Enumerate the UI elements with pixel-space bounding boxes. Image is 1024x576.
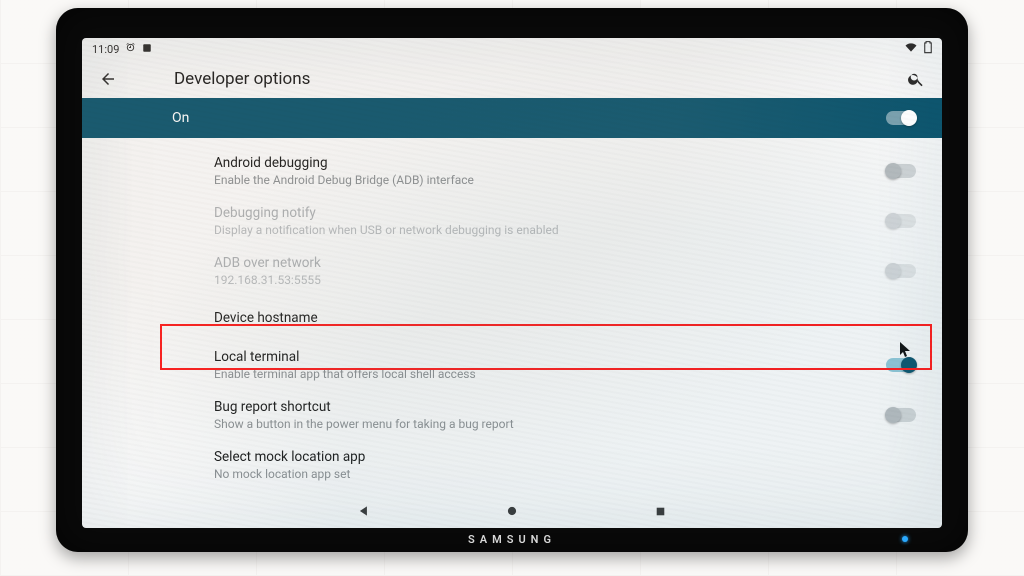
setting-select-mock-location[interactable]: Select mock location app No mock locatio…: [82, 440, 942, 490]
master-toggle-label: On: [172, 110, 189, 126]
setting-title: Device hostname: [214, 310, 916, 326]
monitor-brand: SAMSUNG: [56, 533, 968, 546]
setting-title: Debugging notify: [214, 205, 916, 221]
setting-adb-over-network: ADB over network 192.168.31.53:5555: [82, 246, 942, 296]
circle-home-icon: [505, 504, 519, 518]
master-toggle[interactable]: [886, 111, 916, 125]
settings-list: Android debugging Enable the Android Deb…: [82, 138, 942, 490]
nav-back-button[interactable]: [355, 502, 373, 520]
status-bar: 11:09: [82, 38, 942, 60]
setting-subtitle: Show a button in the power menu for taki…: [214, 417, 916, 431]
toggle-local-terminal[interactable]: [886, 358, 916, 372]
setting-debugging-notify: Debugging notify Display a notification …: [82, 196, 942, 246]
setting-title: Local terminal: [214, 349, 916, 365]
app-badge-icon: [142, 43, 152, 56]
triangle-back-icon: [357, 504, 371, 518]
power-led-icon: [902, 536, 908, 542]
app-bar: Developer options: [82, 60, 942, 98]
toggle-debugging-notify: [886, 214, 916, 228]
toggle-adb-over-network: [886, 264, 916, 278]
navigation-bar: [82, 494, 942, 528]
setting-title: Android debugging: [214, 155, 916, 171]
arrow-back-icon: [99, 70, 117, 88]
setting-title: Select mock location app: [214, 449, 916, 465]
setting-subtitle: No mock location app set: [214, 467, 916, 481]
status-time: 11:09: [92, 43, 119, 56]
setting-title: Bug report shortcut: [214, 399, 916, 415]
battery-icon: [924, 41, 932, 57]
back-button[interactable]: [94, 65, 122, 93]
setting-device-hostname[interactable]: Device hostname: [82, 296, 942, 340]
android-screen: 11:09: [82, 38, 942, 528]
monitor-bezel: 11:09: [56, 8, 968, 552]
nav-home-button[interactable]: [503, 502, 521, 520]
search-icon: [907, 70, 925, 88]
setting-local-terminal[interactable]: Local terminal Enable terminal app that …: [82, 340, 942, 390]
setting-subtitle: Display a notification when USB or netwo…: [214, 223, 916, 237]
alarm-icon: [125, 42, 136, 56]
page-title: Developer options: [174, 69, 310, 89]
master-toggle-bar[interactable]: On: [82, 98, 942, 138]
toggle-android-debugging[interactable]: [886, 164, 916, 178]
toggle-bug-report-shortcut[interactable]: [886, 408, 916, 422]
nav-recents-button[interactable]: [651, 502, 669, 520]
setting-bug-report-shortcut[interactable]: Bug report shortcut Show a button in the…: [82, 390, 942, 440]
wifi-icon: [904, 42, 918, 56]
setting-android-debugging[interactable]: Android debugging Enable the Android Deb…: [82, 146, 942, 196]
search-button[interactable]: [902, 65, 930, 93]
setting-subtitle: Enable terminal app that offers local sh…: [214, 367, 916, 381]
square-recents-icon: [654, 505, 667, 518]
setting-title: ADB over network: [214, 255, 916, 271]
room-background: 11:09: [0, 0, 1024, 576]
setting-subtitle: 192.168.31.53:5555: [214, 273, 916, 287]
setting-subtitle: Enable the Android Debug Bridge (ADB) in…: [214, 173, 916, 187]
